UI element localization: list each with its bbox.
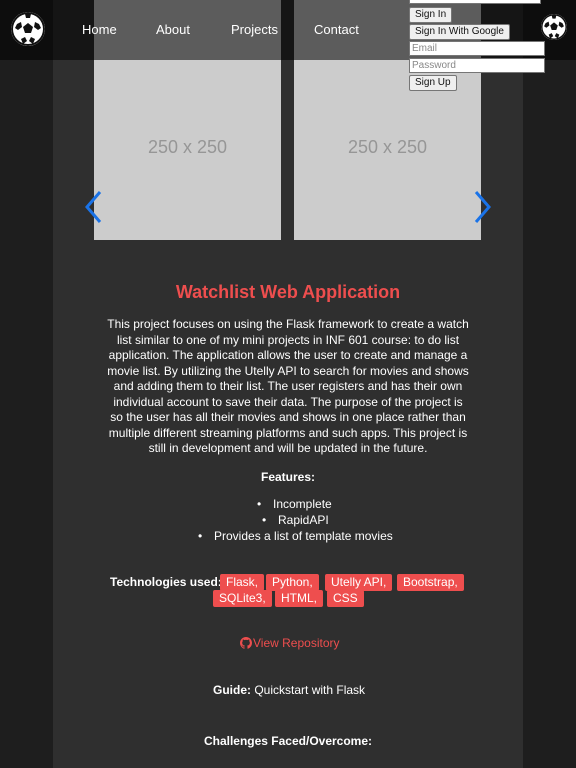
list-item: Provides a list of template movies <box>198 529 393 543</box>
page-margin-left <box>0 0 53 768</box>
guide-label: Guide: <box>213 683 251 697</box>
tech-tag: Utelly API, <box>325 574 393 591</box>
project-description: This project focuses on using the Flask … <box>107 317 469 455</box>
guide-value: Quickstart with Flask <box>254 683 366 697</box>
project-title: Watchlist Web Application <box>175 282 401 302</box>
soccer-ball-icon[interactable] <box>11 12 45 46</box>
features-heading: Features: <box>260 470 316 484</box>
tech-tag: Bootstrap, <box>397 574 464 591</box>
carousel-prev-button[interactable] <box>84 190 104 224</box>
view-repository-label: View Repository <box>253 636 340 650</box>
password-field[interactable]: Password <box>409 58 545 73</box>
auth-top-field[interactable] <box>409 0 541 4</box>
email-field[interactable]: Email <box>409 41 545 56</box>
challenges-heading: Challenges Faced/Overcome: <box>203 734 373 748</box>
nav-link-projects[interactable]: Projects <box>231 22 278 37</box>
carousel-next-button[interactable] <box>472 190 492 224</box>
tech-tag: SQLite3, <box>213 590 272 607</box>
tech-tag: Flask, <box>220 574 265 591</box>
tech-tag: CSS <box>327 590 364 607</box>
soccer-ball-icon[interactable] <box>541 14 567 40</box>
navbar: Home About Projects Contact Sign In Sign… <box>0 0 576 91</box>
slide-placeholder-text: 250 x 250 <box>347 136 428 157</box>
technologies-label: Technologies used: <box>110 575 222 589</box>
chevron-right-icon <box>474 191 491 223</box>
tech-tag: HTML, <box>275 590 323 607</box>
slide-placeholder-text: 250 x 250 <box>147 136 228 157</box>
list-item: RapidAPI <box>262 513 329 527</box>
view-repository-link[interactable]: View Repository <box>240 636 339 650</box>
tech-tag: Python, <box>266 574 319 591</box>
google-sign-in-button[interactable]: Sign In With Google <box>409 24 510 40</box>
page-margin-right <box>523 0 576 768</box>
sign-in-button[interactable]: Sign In <box>409 7 453 23</box>
chevron-left-icon <box>85 191 102 223</box>
sign-up-button[interactable]: Sign Up <box>409 75 457 91</box>
nav-link-home[interactable]: Home <box>82 22 117 37</box>
guide-line: Guide: Quickstart with Flask <box>213 683 365 697</box>
github-icon <box>240 637 252 649</box>
nav-link-about[interactable]: About <box>156 22 190 37</box>
list-item: Incomplete <box>257 497 332 511</box>
nav-link-contact[interactable]: Contact <box>314 22 359 37</box>
